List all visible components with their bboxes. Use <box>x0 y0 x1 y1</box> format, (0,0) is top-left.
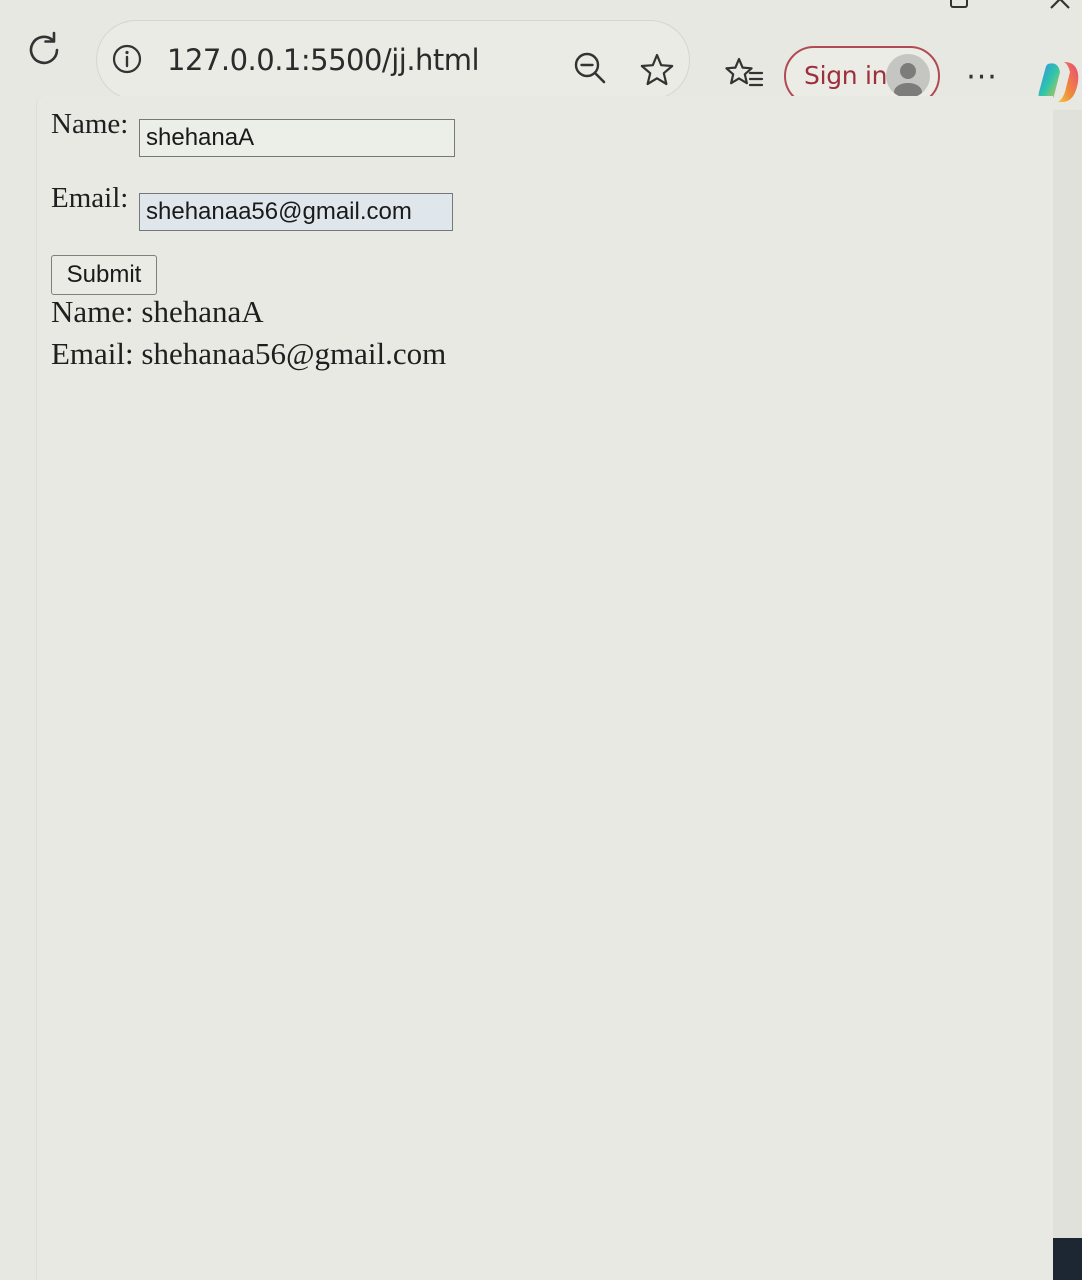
reload-icon[interactable] <box>24 30 64 70</box>
url-text[interactable]: 127.0.0.1:5500/jj.html <box>167 43 480 77</box>
address-bar[interactable]: 127.0.0.1:5500/jj.html <box>96 20 690 100</box>
sign-in-label: Sign in <box>804 61 888 90</box>
info-icon[interactable] <box>111 43 143 75</box>
output-email: Email: shehanaa56@gmail.com <box>51 336 447 371</box>
email-label: Email: <box>51 182 129 214</box>
name-label: Name: <box>51 108 129 140</box>
more-icon[interactable]: ··· <box>966 60 998 96</box>
name-input[interactable] <box>139 119 455 157</box>
person-icon <box>894 63 922 98</box>
page-content: Name: Email: Submit Name: shehanaA Email… <box>36 96 1053 1280</box>
email-input[interactable] <box>139 193 453 231</box>
scrollbar-track[interactable] <box>1052 110 1082 1280</box>
favorite-star-icon[interactable] <box>639 53 675 87</box>
submit-button[interactable]: Submit <box>51 255 157 295</box>
output-name: Name: shehanaA <box>51 294 264 329</box>
taskbar-corner <box>1052 1238 1082 1280</box>
browser-toolbar: 127.0.0.1:5500/jj.html Sign in ··· <box>0 0 1082 110</box>
favorites-icon[interactable] <box>724 56 764 92</box>
avatar <box>886 54 930 98</box>
zoom-out-icon[interactable] <box>573 51 607 85</box>
